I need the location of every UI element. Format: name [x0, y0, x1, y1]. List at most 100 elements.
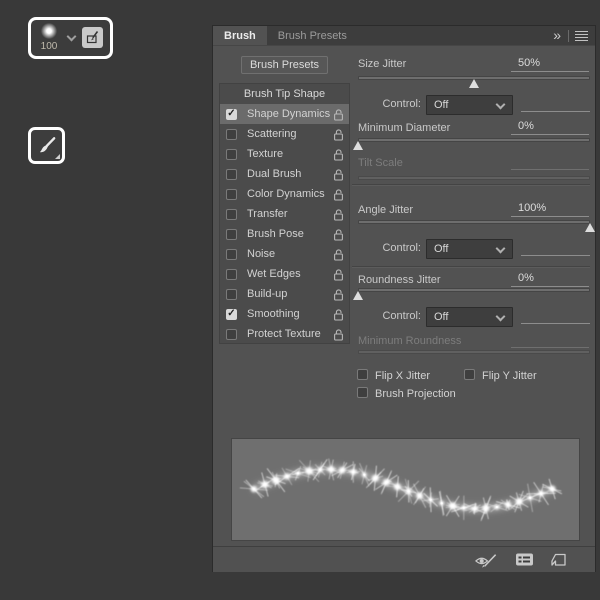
unlock-icon[interactable]: [333, 128, 344, 141]
brush-projection-checkbox[interactable]: [357, 387, 368, 398]
collapse-panel-icon[interactable]: »: [548, 26, 565, 45]
list-item-dual-brush[interactable]: ✓ Dual Brush: [220, 164, 349, 184]
roundness-jitter-label: Roundness Jitter: [358, 274, 441, 286]
checkbox[interactable]: ✓: [226, 128, 237, 140]
tilt-scale-value: [511, 154, 589, 170]
unlock-icon[interactable]: [333, 108, 344, 121]
flip-x-jitter-checkbox[interactable]: [357, 369, 368, 380]
toggle-brush-panel-button[interactable]: [82, 27, 103, 48]
minimum-roundness-value: [511, 332, 589, 348]
unlock-icon[interactable]: [333, 308, 344, 321]
brush-presets-button[interactable]: Brush Presets: [241, 56, 328, 74]
list-item-label[interactable]: Smoothing: [247, 308, 333, 320]
list-item-brush-tip-shape[interactable]: Brush Tip Shape: [220, 84, 349, 104]
brush-projection-label[interactable]: Brush Projection: [375, 388, 456, 400]
list-item-scattering[interactable]: ✓ Scattering: [220, 124, 349, 144]
control-value-field[interactable]: [521, 239, 590, 256]
dropdown-value: Off: [434, 243, 449, 255]
brush-tool-button[interactable]: [28, 127, 65, 164]
unlock-icon[interactable]: [333, 248, 344, 261]
list-item-wet-edges[interactable]: ✓ Wet Edges: [220, 264, 349, 284]
panel-bottom-bar: [213, 546, 595, 572]
roundness-control-dropdown[interactable]: Off: [426, 307, 513, 327]
panel-tab-bar: Brush Brush Presets »: [213, 26, 595, 46]
list-item-texture[interactable]: ✓ Texture: [220, 144, 349, 164]
list-item-build-up[interactable]: ✓ Build-up: [220, 284, 349, 304]
list-item-noise[interactable]: ✓ Noise: [220, 244, 349, 264]
checkbox[interactable]: ✓: [226, 188, 237, 200]
slider-thumb[interactable]: [353, 141, 363, 150]
check-icon: ✓: [227, 308, 236, 319]
tab-brush-presets[interactable]: Brush Presets: [267, 26, 358, 45]
angle-jitter-slider[interactable]: [358, 220, 595, 234]
control-label: Control:: [382, 98, 421, 110]
list-item-label[interactable]: Scattering: [247, 128, 333, 140]
brush-size-value: 100: [40, 41, 58, 52]
list-item-label[interactable]: Texture: [247, 148, 333, 160]
list-item-label[interactable]: Wet Edges: [247, 268, 333, 280]
checkbox[interactable]: ✓: [226, 248, 237, 260]
minimum-diameter-label: Minimum Diameter: [358, 122, 451, 134]
control-value-field[interactable]: [521, 307, 590, 324]
slider-thumb[interactable]: [353, 291, 363, 300]
slider-thumb[interactable]: [469, 79, 479, 88]
list-item-label[interactable]: Dual Brush: [247, 168, 333, 180]
unlock-icon[interactable]: [333, 208, 344, 221]
list-item-brush-pose[interactable]: ✓ Brush Pose: [220, 224, 349, 244]
checkbox[interactable]: ✓: [226, 328, 237, 340]
unlock-icon[interactable]: [333, 188, 344, 201]
flip-y-jitter-checkbox[interactable]: [464, 369, 475, 380]
roundness-jitter-slider[interactable]: [353, 288, 590, 302]
panel-menu-icon[interactable]: [575, 31, 588, 41]
checkbox[interactable]: ✓: [226, 168, 237, 180]
angle-control-dropdown[interactable]: Off: [426, 239, 513, 259]
section-divider: [352, 184, 590, 186]
minimum-diameter-value[interactable]: 0%: [511, 119, 589, 135]
brush-preset-picker[interactable]: 100: [28, 17, 113, 59]
unlock-icon[interactable]: [333, 148, 344, 161]
list-item-transfer[interactable]: ✓ Transfer: [220, 204, 349, 224]
size-control-dropdown[interactable]: Off: [426, 95, 513, 115]
tab-brush[interactable]: Brush: [213, 26, 267, 45]
unlock-icon[interactable]: [333, 288, 344, 301]
checkbox[interactable]: ✓: [226, 288, 237, 300]
list-item-label[interactable]: Brush Pose: [247, 228, 333, 240]
brush-panel: Brush Brush Presets » Brush Presets Brus…: [212, 25, 596, 572]
angle-jitter-label: Angle Jitter: [358, 204, 414, 216]
unlock-icon[interactable]: [333, 328, 344, 341]
list-item-shape-dynamics[interactable]: ✓ Shape Dynamics: [220, 104, 349, 124]
control-value-field[interactable]: [521, 95, 590, 112]
minimum-diameter-slider[interactable]: [353, 138, 590, 152]
checkbox[interactable]: ✓: [226, 108, 237, 120]
open-preset-manager-icon[interactable]: [515, 552, 534, 567]
divider: [568, 30, 569, 42]
checkbox[interactable]: ✓: [226, 228, 237, 240]
checkbox[interactable]: ✓: [226, 308, 237, 320]
unlock-icon[interactable]: [333, 168, 344, 181]
create-new-brush-icon[interactable]: [550, 552, 567, 567]
list-item-label[interactable]: Noise: [247, 248, 333, 260]
flip-y-jitter-label[interactable]: Flip Y Jitter: [482, 370, 537, 382]
unlock-icon[interactable]: [333, 228, 344, 241]
list-item-label[interactable]: Transfer: [247, 208, 333, 220]
list-item-smoothing[interactable]: ✓ Smoothing: [220, 304, 349, 324]
checkbox[interactable]: ✓: [226, 208, 237, 220]
size-jitter-slider[interactable]: [358, 76, 590, 90]
list-item-label[interactable]: Protect Texture: [247, 328, 333, 340]
list-item-protect-texture[interactable]: ✓ Protect Texture: [220, 324, 349, 344]
angle-jitter-value[interactable]: 100%: [511, 201, 589, 217]
list-item-label[interactable]: Color Dynamics: [247, 188, 333, 200]
list-item-color-dynamics[interactable]: ✓ Color Dynamics: [220, 184, 349, 204]
tool-flyout-indicator: [55, 154, 60, 159]
unlock-icon[interactable]: [333, 268, 344, 281]
slider-thumb[interactable]: [585, 223, 595, 232]
size-jitter-value[interactable]: 50%: [511, 56, 589, 72]
list-item-label[interactable]: Shape Dynamics: [247, 108, 333, 120]
flip-x-jitter-label[interactable]: Flip X Jitter: [375, 370, 430, 382]
checkbox[interactable]: ✓: [226, 268, 237, 280]
list-item-label[interactable]: Build-up: [247, 288, 333, 300]
chevron-down-icon[interactable]: [66, 31, 77, 42]
brush-preview-toggle-icon[interactable]: [474, 552, 499, 568]
checkbox[interactable]: ✓: [226, 148, 237, 160]
roundness-jitter-value[interactable]: 0%: [511, 271, 589, 287]
